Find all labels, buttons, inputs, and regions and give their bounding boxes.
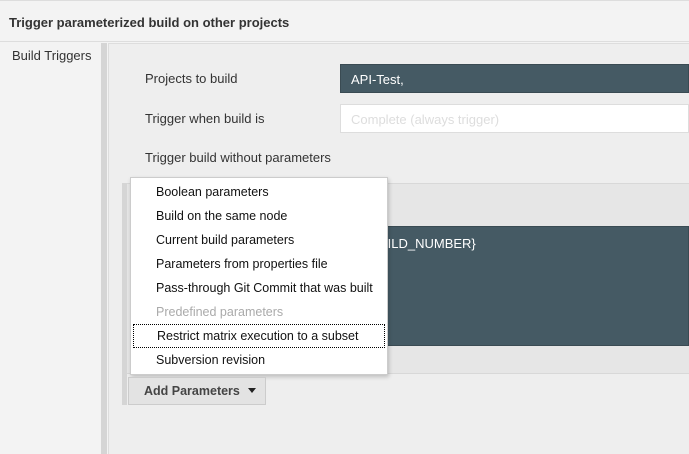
trigger-select[interactable]: Complete (always trigger) <box>340 104 689 133</box>
menu-item-current-build[interactable]: Current build parameters <box>133 228 385 252</box>
add-parameters-button[interactable]: Add Parameters <box>128 377 266 405</box>
menu-item-properties-file[interactable]: Parameters from properties file <box>133 252 385 276</box>
parameters-textarea[interactable]: ${BUILD_NUMBER} <box>357 226 689 346</box>
section-title: Trigger parameterized build on other pro… <box>9 15 290 30</box>
sidebar-label: Build Triggers <box>12 48 92 63</box>
menu-item-subversion[interactable]: Subversion revision <box>133 348 385 372</box>
add-parameters-label: Add Parameters <box>144 384 240 398</box>
without-params-label: Trigger build without parameters <box>145 150 331 165</box>
section-divider <box>101 43 107 454</box>
menu-item-same-node[interactable]: Build on the same node <box>133 204 385 228</box>
add-parameters-menu: Boolean parameters Build on the same nod… <box>130 177 388 375</box>
section-header: Trigger parameterized build on other pro… <box>0 0 689 42</box>
menu-item-boolean[interactable]: Boolean parameters <box>133 180 385 204</box>
menu-item-predefined: Predefined parameters <box>156 305 284 319</box>
caret-down-icon <box>248 388 256 393</box>
menu-item-matrix-subset[interactable]: Restrict matrix execution to a subset <box>133 324 385 348</box>
trigger-label: Trigger when build is <box>145 111 265 126</box>
menu-item-git-commit[interactable]: Pass-through Git Commit that was built <box>133 276 385 300</box>
projects-input[interactable]: API-Test, <box>340 64 689 93</box>
projects-label: Projects to build <box>145 71 238 86</box>
